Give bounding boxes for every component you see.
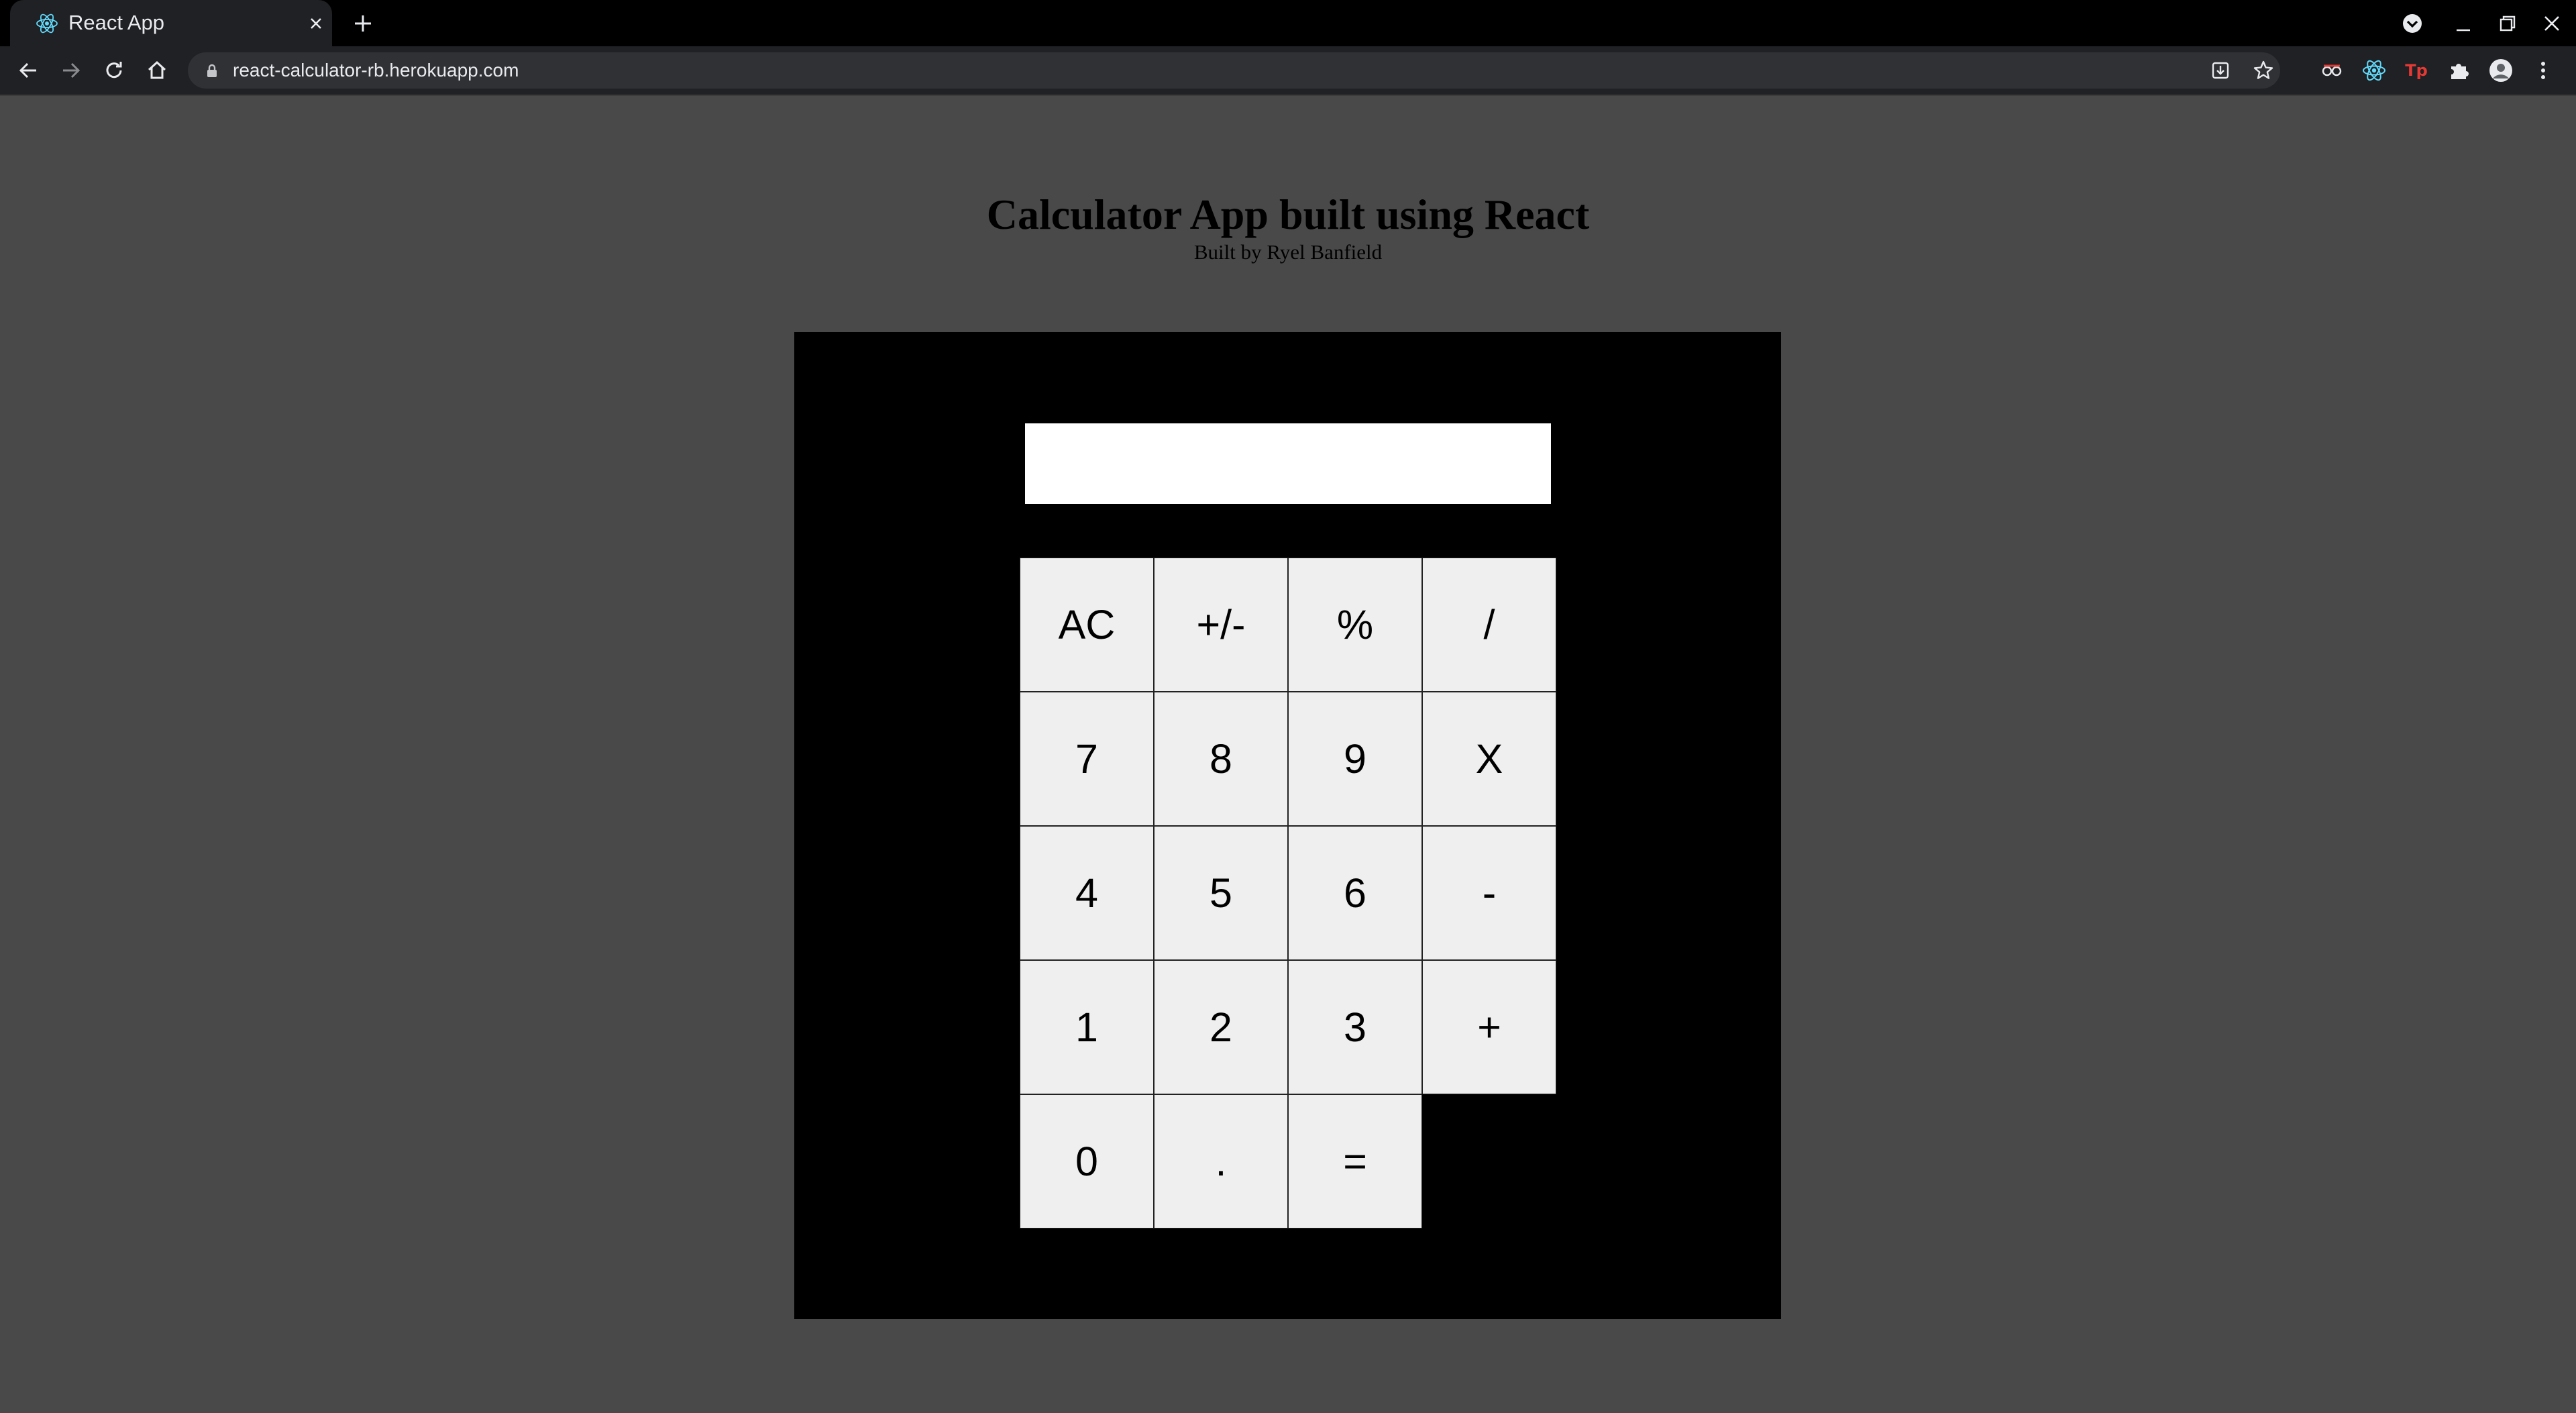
page-subtitle: Built by Ryel Banfield [1193, 240, 1383, 264]
calculator: AC +/- % / 7 8 9 X 4 5 6 - 1 2 3 + 0 . = [794, 332, 1781, 1319]
digit-5-button[interactable]: 5 [1154, 826, 1288, 960]
tab-close-icon[interactable] [305, 13, 327, 34]
new-tab-plus-icon[interactable] [350, 10, 376, 37]
react-devtools-extension-icon[interactable] [2360, 56, 2388, 85]
browser-toolbar: react-calculator-rb.herokuapp.com Tp [0, 46, 2576, 95]
minimize-icon[interactable] [2450, 10, 2477, 37]
subtract-button[interactable]: - [1422, 826, 1556, 960]
tab-strip: React App [0, 0, 2576, 46]
page-title: Calculator App built using React [986, 191, 1590, 238]
browser-tab[interactable]: React App [10, 0, 332, 46]
clear-button[interactable]: AC [1020, 558, 1154, 692]
add-button[interactable]: + [1422, 960, 1556, 1094]
tab-search-icon[interactable] [2399, 10, 2426, 37]
restore-icon[interactable] [2494, 10, 2521, 37]
url-text[interactable]: react-calculator-rb.herokuapp.com [233, 59, 519, 82]
install-app-icon[interactable] [2208, 58, 2233, 83]
multiply-button[interactable]: X [1422, 692, 1556, 826]
toolbar-divider [0, 95, 2576, 96]
digit-6-button[interactable]: 6 [1288, 826, 1422, 960]
digit-7-button[interactable]: 7 [1020, 692, 1154, 826]
lock-icon[interactable] [204, 62, 220, 78]
divide-button[interactable]: / [1422, 558, 1556, 692]
close-window-icon[interactable] [2538, 10, 2565, 37]
decimal-button[interactable]: . [1154, 1094, 1288, 1228]
calculator-keypad: AC +/- % / 7 8 9 X 4 5 6 - 1 2 3 + 0 . = [1020, 558, 1556, 1228]
extensions-puzzle-icon[interactable] [2445, 56, 2473, 85]
percent-button[interactable]: % [1288, 558, 1422, 692]
digit-8-button[interactable]: 8 [1154, 692, 1288, 826]
tp-extension-label: Tp [2405, 61, 2428, 80]
home-icon[interactable] [143, 56, 171, 85]
bookmark-star-icon[interactable] [2251, 58, 2275, 83]
digit-0-button[interactable]: 0 [1020, 1094, 1154, 1228]
digit-3-button[interactable]: 3 [1288, 960, 1422, 1094]
equals-button[interactable]: = [1288, 1094, 1422, 1228]
tab-title: React App [68, 11, 165, 34]
calculator-display[interactable] [1025, 423, 1551, 504]
spy-glasses-extension-icon[interactable] [2318, 56, 2346, 85]
digit-4-button[interactable]: 4 [1020, 826, 1154, 960]
profile-avatar-icon[interactable] [2487, 56, 2515, 85]
chrome-menu-icon[interactable] [2529, 56, 2557, 85]
digit-2-button[interactable]: 2 [1154, 960, 1288, 1094]
react-favicon-icon [36, 13, 58, 34]
address-bar[interactable]: react-calculator-rb.herokuapp.com [188, 52, 2280, 89]
back-arrow-icon[interactable] [14, 56, 42, 85]
toggle-sign-button[interactable]: +/- [1154, 558, 1288, 692]
tp-extension-icon[interactable]: Tp [2402, 56, 2430, 85]
digit-1-button[interactable]: 1 [1020, 960, 1154, 1094]
digit-9-button[interactable]: 9 [1288, 692, 1422, 826]
reload-icon[interactable] [100, 56, 128, 85]
forward-arrow-icon[interactable] [57, 56, 85, 85]
